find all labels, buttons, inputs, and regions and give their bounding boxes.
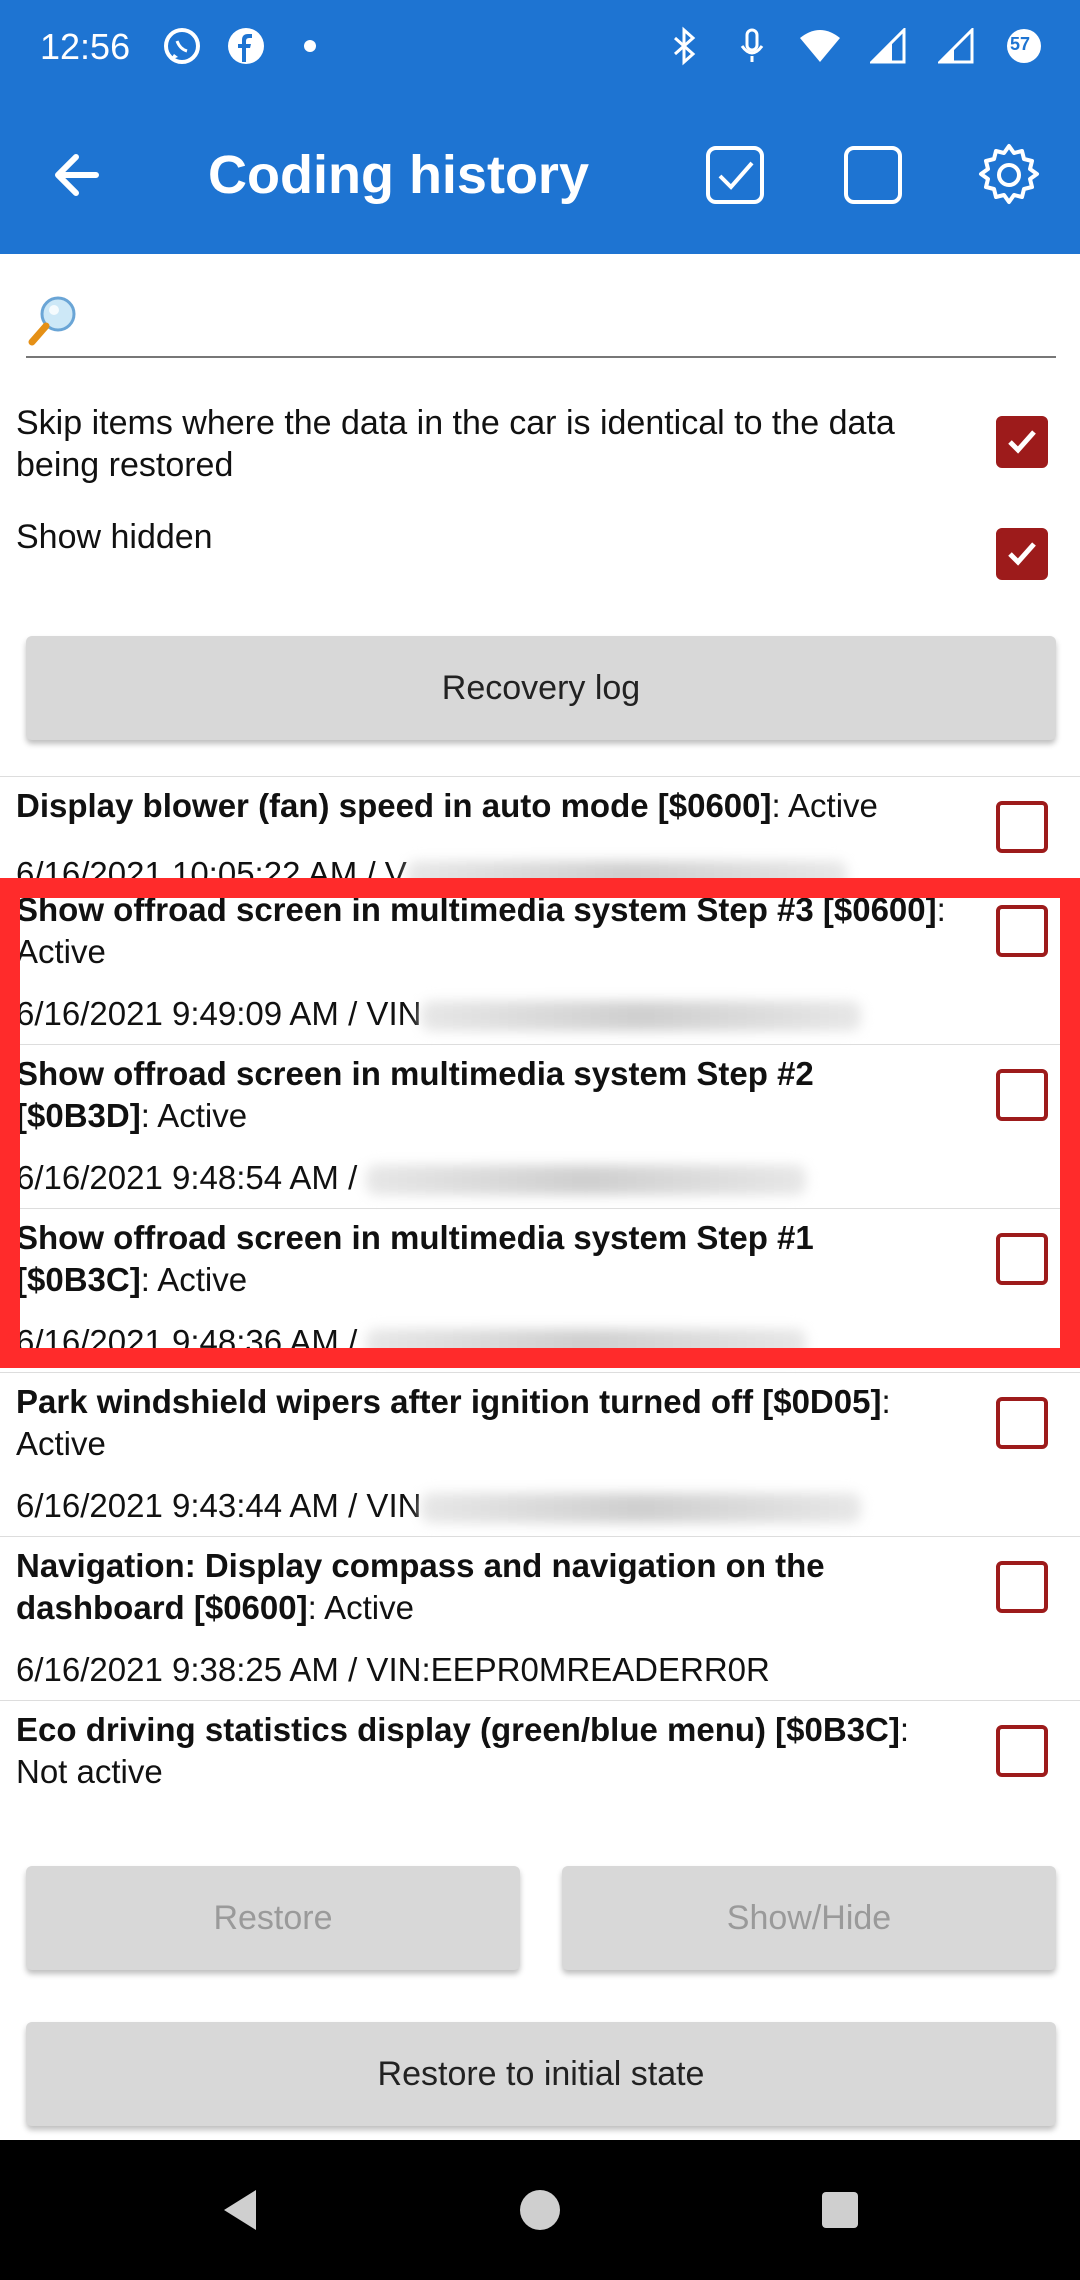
checkmark-icon <box>1008 542 1036 566</box>
show-hide-button[interactable]: Show/Hide <box>562 1866 1056 1970</box>
item-name: Show offroad screen in multimedia system… <box>16 1219 814 1298</box>
search-bar <box>26 286 1056 358</box>
mic-icon <box>730 24 774 68</box>
settings-button[interactable] <box>974 140 1044 210</box>
show-hidden-label: Show hidden <box>16 518 213 556</box>
item-checkbox[interactable] <box>996 1069 1048 1121</box>
facebook-icon <box>224 24 268 68</box>
list-item[interactable]: Show offroad screen in multimedia system… <box>0 1044 1080 1209</box>
page-title: Coding history <box>208 145 589 205</box>
item-status: : Active <box>771 787 878 824</box>
battery-icon: 57 <box>1002 24 1046 68</box>
item-timestamp: 6/16/2021 10:05:22 AM / V <box>16 855 407 881</box>
gear-icon <box>979 144 1039 204</box>
dot-icon <box>288 24 332 68</box>
restore-initial-button[interactable]: Restore to initial state <box>26 2022 1056 2126</box>
item-checkbox[interactable] <box>996 905 1048 957</box>
signal-icon <box>866 24 910 68</box>
item-timestamp: 6/16/2021 9:49:09 AM / VIN <box>16 995 422 1032</box>
checkbox-empty-icon <box>844 146 902 204</box>
back-nav-icon[interactable] <box>212 2182 268 2238</box>
item-name: Show offroad screen in multimedia system… <box>16 891 937 928</box>
item-checkbox[interactable] <box>996 1397 1048 1449</box>
list-item[interactable]: Show offroad screen in multimedia system… <box>0 1208 1080 1373</box>
vin-redacted <box>421 1493 862 1524</box>
vin-redacted <box>406 861 847 881</box>
item-name: Display blower (fan) speed in auto mode … <box>16 787 772 824</box>
item-checkbox[interactable] <box>996 1233 1048 1285</box>
item-checkbox[interactable] <box>996 1561 1048 1613</box>
battery-badge: 57 <box>1010 34 1031 54</box>
system-nav-bar <box>0 2140 1080 2280</box>
show-hidden-checkbox[interactable] <box>996 528 1048 580</box>
item-timestamp: 6/16/2021 9:38:25 AM / VIN:EEPR0MREADERR… <box>16 1651 770 1688</box>
recents-nav-icon[interactable] <box>812 2182 868 2238</box>
item-checkbox[interactable] <box>996 1725 1048 1777</box>
item-name: Park windshield wipers after ignition tu… <box>16 1383 882 1420</box>
item-name: Eco driving statistics display (green/bl… <box>16 1711 900 1748</box>
restore-button[interactable]: Restore <box>26 1866 520 1970</box>
vin-redacted <box>366 1329 807 1360</box>
list-item[interactable]: Park windshield wipers after ignition tu… <box>0 1372 1080 1537</box>
select-all-button[interactable] <box>700 140 770 210</box>
skip-identical-label: Skip items where the data in the car is … <box>16 404 895 484</box>
vin-redacted <box>366 1165 807 1196</box>
app-bar: Coding history <box>0 96 1080 254</box>
item-timestamp: 6/16/2021 9:48:36 AM / <box>16 1323 367 1360</box>
search-input[interactable] <box>92 292 1036 350</box>
checkbox-checked-icon <box>706 146 764 204</box>
checkmark-icon <box>1008 430 1036 454</box>
item-name: Show offroad screen in multimedia system… <box>16 1055 814 1134</box>
item-timestamp: 6/16/2021 9:48:54 AM / <box>16 1159 367 1196</box>
item-timestamp: 6/16/2021 9:43:44 AM / VIN <box>16 1487 422 1524</box>
item-checkbox[interactable] <box>996 801 1048 853</box>
list-item[interactable]: Eco driving statistics display (green/bl… <box>0 1700 1080 1821</box>
item-status: : Active <box>307 1589 414 1626</box>
list-item[interactable]: Navigation: Display compass and navigati… <box>0 1536 1080 1701</box>
home-nav-icon[interactable] <box>512 2182 568 2238</box>
deselect-all-button[interactable] <box>838 140 908 210</box>
recovery-log-button[interactable]: Recovery log <box>26 636 1056 740</box>
search-icon <box>28 296 76 346</box>
wifi-icon <box>798 24 842 68</box>
list-item[interactable]: Show offroad screen in multimedia system… <box>0 880 1080 1045</box>
skip-identical-checkbox[interactable] <box>996 416 1048 468</box>
bluetooth-icon <box>662 24 706 68</box>
whatsapp-icon <box>160 24 204 68</box>
item-status: : Active <box>140 1097 248 1134</box>
signal-icon <box>934 24 978 68</box>
item-name: Navigation: Display compass and navigati… <box>16 1547 825 1626</box>
back-button[interactable] <box>46 140 116 210</box>
status-bar: 12:56 57 <box>0 0 1080 96</box>
item-status: : Active <box>140 1261 248 1298</box>
arrow-left-icon <box>55 154 99 196</box>
vin-redacted <box>421 1001 862 1032</box>
list-item[interactable]: Display blower (fan) speed in auto mode … <box>0 776 1080 881</box>
status-time: 12:56 <box>40 26 131 67</box>
